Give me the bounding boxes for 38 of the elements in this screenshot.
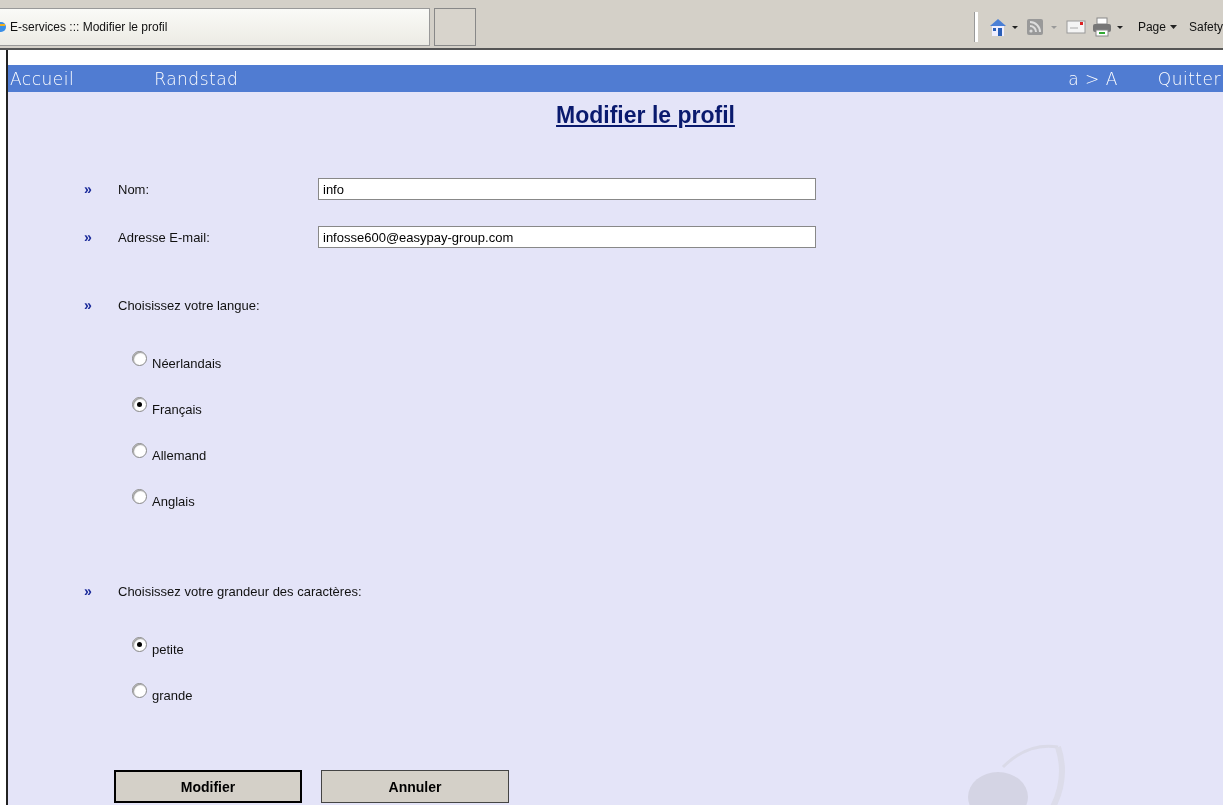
bullet-icon: » (84, 229, 118, 245)
field-label: Nom: (118, 181, 151, 197)
bullet-icon: » (84, 583, 118, 599)
input-field[interactable]: info (318, 178, 816, 200)
feed-icon[interactable] (1025, 16, 1060, 37)
radio-button[interactable] (132, 682, 147, 698)
group-label: Choisissez votre grandeur des caractères: (118, 583, 362, 599)
mail-icon[interactable] (1065, 19, 1086, 34)
toolbar-menu[interactable]: Page (1137, 19, 1177, 34)
form-button[interactable]: Modifier (114, 770, 302, 803)
form-button[interactable]: Annuler (321, 770, 509, 803)
option-label: Néerlandais (152, 355, 222, 371)
option-label: Français (152, 401, 202, 417)
bullet-icon: » (84, 181, 118, 197)
radio-button[interactable] (132, 350, 147, 366)
radio-button[interactable] (132, 488, 147, 504)
option-label: grande (152, 687, 193, 703)
group-label: Choisissez votre langue: (118, 297, 260, 313)
caret-icon (1169, 24, 1177, 29)
nav-link[interactable]: Randstad (154, 68, 239, 89)
browser-tab[interactable]: E-services ::: Modifier le profil (0, 7, 430, 46)
radio-button[interactable] (132, 396, 147, 412)
new-tab-button[interactable] (434, 7, 476, 46)
nav-link[interactable]: Quitter (1157, 68, 1221, 89)
page-title: Modifier le profil (555, 101, 736, 129)
globe-icon (0, 19, 7, 34)
nav-link[interactable]: Accueil (10, 68, 75, 89)
radio-button[interactable] (132, 442, 147, 458)
option-label: Allemand (152, 447, 207, 463)
option-label: Anglais (152, 493, 195, 509)
option-label: petite (152, 641, 184, 657)
bullet-icon: » (84, 297, 118, 313)
input-field[interactable]: infosse600@easypay-group.com (318, 226, 816, 248)
nav-link[interactable]: a > A (1068, 68, 1118, 89)
printer-icon[interactable] (1091, 16, 1126, 37)
field-label: Adresse E-mail: (118, 229, 211, 245)
radio-button[interactable] (132, 636, 147, 652)
toolbar-menu[interactable]: Safety (1188, 19, 1223, 34)
